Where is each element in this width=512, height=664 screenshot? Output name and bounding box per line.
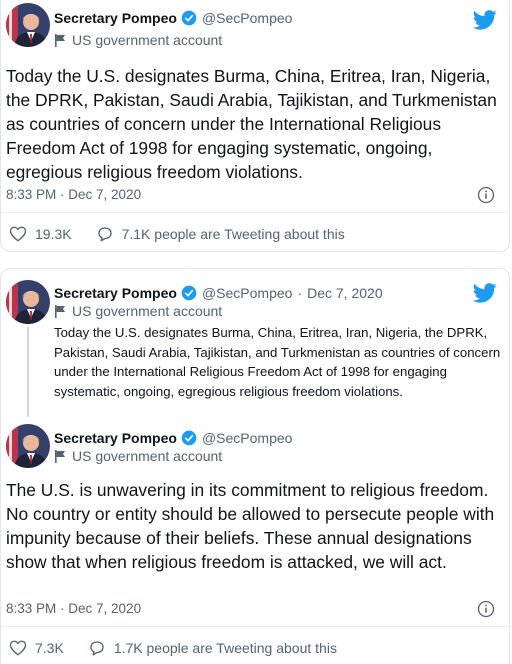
government-flag-icon (55, 304, 65, 318)
timestamp[interactable]: 8:33 PM · Dec 7, 2020 (6, 187, 141, 202)
tweet-card-1[interactable]: Secretary Pompeo @SecPompeo US governmen… (0, 0, 511, 252)
author-name[interactable]: Secretary Pompeo (54, 10, 177, 26)
government-label: US government account (54, 448, 222, 464)
author-handle[interactable]: @SecPompeo (202, 10, 292, 26)
verified-badge-icon (181, 10, 197, 26)
quoted-date[interactable]: Dec 7, 2020 (307, 285, 383, 301)
tweet-card-2[interactable]: Secretary Pompeo @SecPompeo · Dec 7, 202… (0, 268, 511, 664)
avatar[interactable] (6, 424, 50, 468)
conversation-text: 7.1K people are Tweeting about this (121, 226, 345, 242)
divider (1, 212, 511, 213)
author-name[interactable]: Secretary Pompeo (54, 285, 177, 301)
avatar[interactable] (6, 3, 50, 47)
timestamp[interactable]: 8:33 PM · Dec 7, 2020 (6, 601, 141, 616)
conversation-link[interactable]: 7.1K people are Tweeting about this (96, 225, 345, 243)
like-button[interactable]: 7.3K (9, 639, 64, 657)
government-label: US government account (54, 303, 222, 319)
government-label-text: US government account (72, 303, 223, 319)
speech-bubble-icon (90, 641, 104, 656)
engagement-bar: 19.3K 7.1K people are Tweeting about thi… (9, 225, 345, 243)
avatar[interactable] (6, 280, 50, 324)
author-line: Secretary Pompeo @SecPompeo (54, 10, 292, 26)
heart-icon (9, 226, 27, 242)
info-icon[interactable] (477, 186, 495, 204)
twitter-bird-icon[interactable] (473, 283, 497, 303)
heart-icon (9, 640, 27, 656)
verified-badge-icon (181, 430, 197, 446)
conversation-link[interactable]: 1.7K people are Tweeting about this (88, 639, 337, 657)
thread-connector (27, 327, 29, 417)
government-label: US government account (54, 32, 222, 48)
quoted-tweet-text: Today the U.S. designates Burma, China, … (54, 325, 501, 399)
government-flag-icon (55, 33, 65, 47)
government-label-text: US government account (72, 448, 223, 464)
divider (1, 626, 511, 627)
author-handle[interactable]: @SecPompeo (202, 430, 292, 446)
government-label-text: US government account (72, 32, 223, 48)
speech-bubble-icon (97, 227, 112, 242)
tweet-text: The U.S. is unwavering in its commitment… (6, 480, 495, 572)
like-count: 19.3K (35, 226, 72, 242)
like-count: 7.3K (35, 640, 64, 656)
engagement-bar: 7.3K 1.7K people are Tweeting about this (9, 639, 337, 657)
like-button[interactable]: 19.3K (9, 225, 72, 243)
author-name[interactable]: Secretary Pompeo (54, 430, 177, 446)
conversation-text: 1.7K people are Tweeting about this (113, 640, 337, 656)
author-line: Secretary Pompeo @SecPompeo (54, 430, 292, 446)
government-flag-icon (55, 449, 65, 463)
verified-badge-icon (181, 285, 197, 301)
info-icon[interactable] (477, 600, 495, 618)
author-handle[interactable]: @SecPompeo (202, 285, 292, 301)
twitter-bird-icon[interactable] (473, 10, 497, 30)
tweet-text: Today the U.S. designates Burma, China, … (6, 66, 497, 182)
author-line: Secretary Pompeo @SecPompeo · Dec 7, 202… (54, 285, 383, 301)
separator-dot: · (297, 285, 303, 301)
